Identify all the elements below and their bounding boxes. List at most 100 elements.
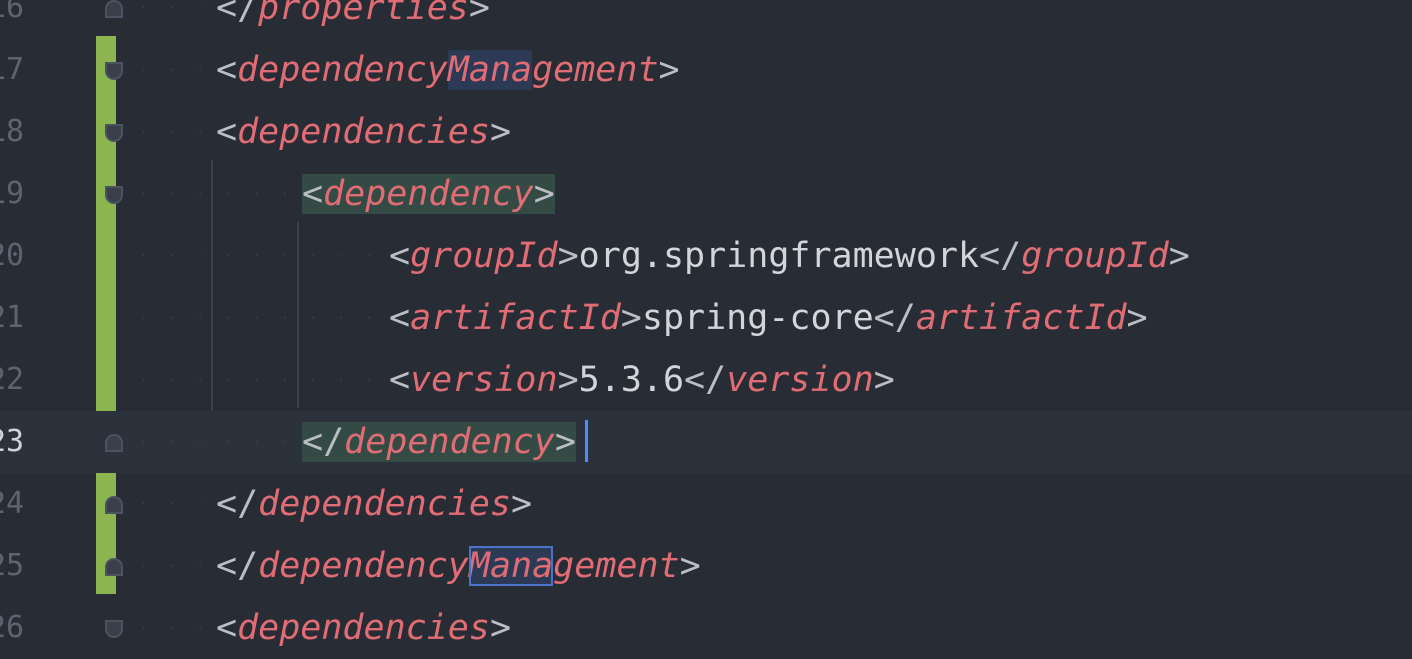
whitespace-indicator: ·········· bbox=[140, 311, 379, 325]
xml-punctuation: > bbox=[557, 360, 579, 400]
fold-toggle-icon[interactable] bbox=[105, 558, 123, 576]
xml-tag-name: artifactId bbox=[915, 298, 1127, 338]
xml-punctuation: < bbox=[216, 50, 238, 90]
xml-punctuation: < bbox=[389, 360, 411, 400]
xml-punctuation: </ bbox=[979, 236, 1022, 276]
fold-toggle-icon[interactable] bbox=[105, 620, 123, 638]
xml-tag-name: dependencies bbox=[258, 484, 512, 524]
code-line[interactable]: 16 ·········· </properties> bbox=[0, 0, 1412, 39]
xml-punctuation: > bbox=[489, 608, 512, 648]
code-line[interactable]: 21··········<artifactId>spring-core</art… bbox=[0, 287, 1412, 349]
xml-punctuation: < bbox=[302, 174, 324, 214]
code-line[interactable]: 19 ·········· <dependency> bbox=[0, 163, 1412, 225]
line-number: 25 bbox=[0, 548, 25, 583]
xml-punctuation: > bbox=[489, 112, 512, 152]
xml-punctuation: > bbox=[533, 174, 555, 214]
xml-punctuation: > bbox=[557, 236, 579, 276]
fold-toggle-icon[interactable] bbox=[105, 62, 123, 80]
xml-text-value: 5.3.6 bbox=[578, 360, 685, 400]
code-line[interactable]: 23 ·········· </dependency> bbox=[0, 411, 1412, 473]
whitespace-indicator: ·········· bbox=[140, 497, 206, 511]
xml-tag-name: dependencies bbox=[237, 608, 490, 648]
xml-tag-name: dependency bbox=[344, 422, 555, 462]
line-number: 26 bbox=[0, 610, 25, 645]
code-line[interactable]: 20 ·········· <groupId>org.springframework… bbox=[0, 225, 1412, 287]
xml-punctuation: </ bbox=[684, 360, 727, 400]
code-text[interactable]: </dependencies> bbox=[216, 473, 532, 535]
whitespace-indicator: ·········· bbox=[140, 559, 206, 573]
code-line[interactable]: 25 ·········· </dependencyManagement> bbox=[0, 535, 1412, 597]
xml-punctuation: > bbox=[1168, 236, 1190, 276]
whitespace-indicator: ·········· bbox=[140, 621, 206, 635]
code-text[interactable]: <dependencyManagement> bbox=[216, 39, 680, 101]
xml-tag-name: artifactId bbox=[410, 298, 621, 338]
whitespace-indicator: ·········· bbox=[140, 187, 292, 201]
code-line[interactable]: 22··········<version>5.3.6</version> bbox=[0, 349, 1412, 411]
xml-punctuation: </ bbox=[216, 546, 259, 586]
code-text[interactable]: <artifactId>spring-core</artifactId> bbox=[389, 287, 1148, 349]
xml-punctuation: > bbox=[1126, 298, 1148, 338]
code-text[interactable]: <version>5.3.6</version> bbox=[389, 349, 895, 411]
line-number: 16 bbox=[0, 0, 25, 25]
xml-tag-name: dependency bbox=[323, 174, 534, 214]
code-text[interactable]: </dependency> bbox=[302, 411, 576, 473]
xml-tag-name: dependencies bbox=[237, 112, 490, 152]
code-line[interactable]: 24 ·········· </dependencies> bbox=[0, 473, 1412, 535]
code-text[interactable]: <dependency> bbox=[302, 163, 555, 225]
xml-punctuation: > bbox=[554, 422, 576, 462]
xml-punctuation: < bbox=[389, 298, 411, 338]
xml-punctuation: < bbox=[216, 112, 238, 152]
code-text[interactable]: <groupId>org.springframework</groupId> bbox=[389, 225, 1190, 287]
xml-punctuation: </ bbox=[216, 0, 259, 28]
code-text[interactable]: <dependencies> bbox=[216, 597, 511, 659]
xml-text-value: spring-core bbox=[641, 298, 874, 338]
line-number: 22 bbox=[0, 362, 25, 397]
xml-tag-name: Mana bbox=[447, 50, 533, 90]
xml-punctuation: </ bbox=[302, 422, 345, 462]
line-number: 17 bbox=[0, 52, 25, 87]
xml-punctuation: > bbox=[679, 546, 701, 586]
fold-toggle-icon[interactable] bbox=[105, 186, 123, 204]
xml-tag-name: version bbox=[726, 360, 874, 400]
fold-toggle-icon[interactable] bbox=[105, 0, 123, 18]
line-number: 18 bbox=[0, 114, 25, 149]
line-number: 21 bbox=[0, 300, 25, 335]
line-number: 20 bbox=[0, 238, 25, 273]
xml-tag-name: groupId bbox=[410, 236, 558, 276]
whitespace-indicator: ·········· bbox=[140, 1, 206, 15]
code-line[interactable]: 26 ·········· <dependencies> bbox=[0, 597, 1412, 659]
xml-punctuation: </ bbox=[873, 298, 916, 338]
line-number: 23 bbox=[0, 424, 25, 459]
line-number: 24 bbox=[0, 486, 25, 521]
code-text[interactable]: <dependencies> bbox=[216, 101, 511, 163]
line-number: 19 bbox=[0, 176, 25, 211]
xml-tag-name: dependency bbox=[237, 50, 448, 90]
xml-punctuation: </ bbox=[216, 484, 259, 524]
xml-tag-name: gement bbox=[553, 546, 680, 586]
xml-tag-name: gement bbox=[532, 50, 659, 90]
fold-toggle-icon[interactable] bbox=[105, 124, 123, 142]
fold-toggle-icon[interactable] bbox=[105, 434, 123, 452]
whitespace-indicator: ·········· bbox=[140, 373, 379, 387]
xml-tag-name: Mana bbox=[468, 546, 554, 586]
fold-toggle-icon[interactable] bbox=[105, 496, 123, 514]
code-line[interactable]: 18 ·········· <dependencies> bbox=[0, 101, 1412, 163]
code-text[interactable]: </properties> bbox=[216, 0, 490, 39]
xml-text-value: org.springframework bbox=[578, 236, 980, 276]
xml-punctuation: > bbox=[873, 360, 895, 400]
xml-tag-name: dependency bbox=[258, 546, 469, 586]
whitespace-indicator: ·········· bbox=[140, 435, 292, 449]
xml-punctuation: > bbox=[468, 0, 490, 28]
xml-punctuation: > bbox=[511, 484, 533, 524]
text-caret bbox=[585, 420, 588, 462]
xml-tag-name: groupId bbox=[1021, 236, 1169, 276]
code-editor[interactable]: 16··········</properties>17··········<de… bbox=[0, 0, 1412, 648]
xml-tag-name: version bbox=[410, 360, 558, 400]
code-line[interactable]: 17 ·········· <dependencyManagement> bbox=[0, 39, 1412, 101]
xml-tag-name: properties bbox=[258, 0, 469, 28]
xml-punctuation: > bbox=[658, 50, 680, 90]
code-text[interactable]: </dependencyManagement> bbox=[216, 535, 701, 597]
whitespace-indicator: ·········· bbox=[140, 63, 206, 77]
whitespace-indicator: ·········· bbox=[140, 249, 379, 263]
whitespace-indicator: ·········· bbox=[140, 125, 206, 139]
